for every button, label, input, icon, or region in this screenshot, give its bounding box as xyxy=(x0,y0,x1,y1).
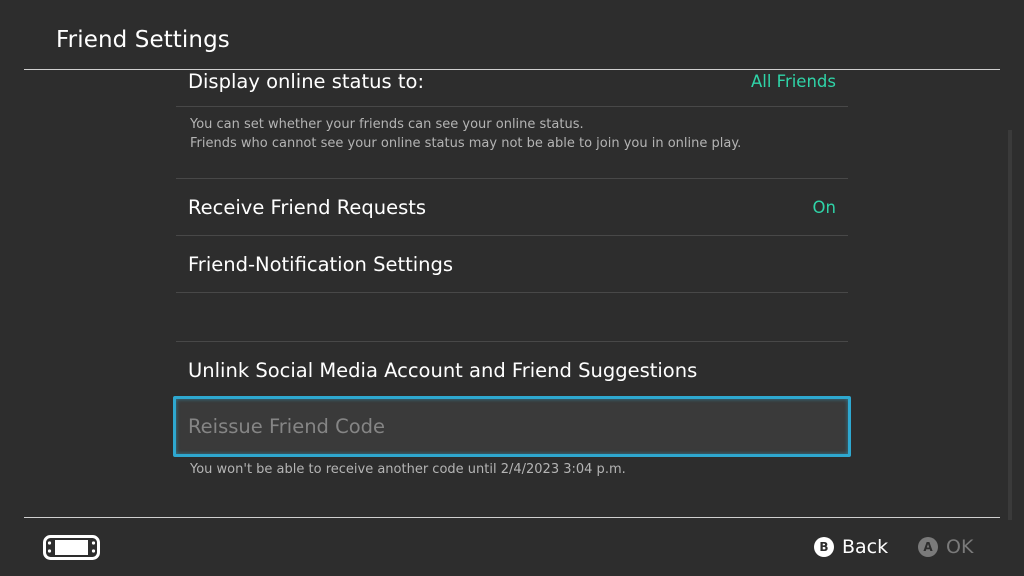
a-button-icon: A xyxy=(918,537,938,557)
setting-friend-notifications-label: Friend-Notification Settings xyxy=(188,252,454,276)
setting-friend-notifications[interactable]: Friend-Notification Settings xyxy=(176,236,848,292)
ok-label: OK xyxy=(946,536,974,558)
setting-reissue-friend-code[interactable]: Reissue Friend Code xyxy=(173,396,851,457)
settings-list: Display online status to: All Friends Yo… xyxy=(176,70,848,398)
friend-settings-screen: Friend Settings Display online status to… xyxy=(0,0,1024,576)
setting-unlink-social-label: Unlink Social Media Account and Friend S… xyxy=(188,358,698,382)
ok-button[interactable]: A OK xyxy=(918,536,973,558)
handheld-console-icon xyxy=(43,535,100,560)
page-title: Friend Settings xyxy=(56,27,230,53)
setting-receive-friend-requests[interactable]: Receive Friend Requests On xyxy=(176,179,848,235)
setting-friend-requests-label: Receive Friend Requests xyxy=(188,195,427,219)
back-label: Back xyxy=(842,536,889,558)
setting-friend-requests-value: On xyxy=(812,197,836,217)
reissue-code-note: You won't be able to receive another cod… xyxy=(190,462,626,477)
online-status-description: You can set whether your friends can see… xyxy=(176,107,848,178)
back-button[interactable]: B Back xyxy=(814,536,888,558)
online-status-desc-line1: You can set whether your friends can see… xyxy=(190,117,584,132)
online-status-desc-line2: Friends who cannot see your online statu… xyxy=(190,136,742,151)
scrollbar[interactable] xyxy=(1008,130,1012,520)
footer-divider xyxy=(24,517,1000,518)
setting-online-status-label: Display online status to: xyxy=(188,70,425,93)
setting-reissue-code-label: Reissue Friend Code xyxy=(188,415,386,438)
setting-online-status[interactable]: Display online status to: All Friends xyxy=(176,70,848,106)
setting-unlink-social-media[interactable]: Unlink Social Media Account and Friend S… xyxy=(176,342,848,398)
b-button-icon: B xyxy=(814,537,834,557)
setting-online-status-value: All Friends xyxy=(750,72,836,91)
